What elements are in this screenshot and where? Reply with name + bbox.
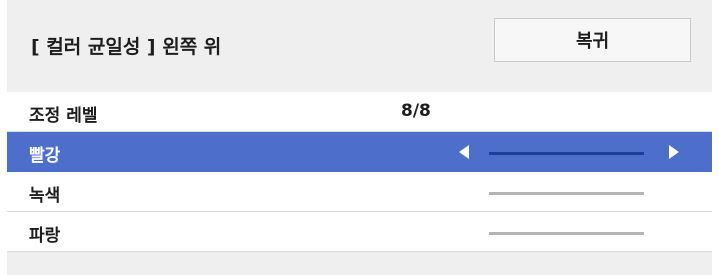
- blue-label: 파랑: [29, 226, 61, 246]
- list-item-green[interactable]: 녹색: [7, 172, 712, 212]
- red-slider[interactable]: [489, 152, 644, 155]
- adjust-level-label: 조정 레벨: [29, 106, 98, 126]
- arrow-right-icon[interactable]: [669, 145, 679, 159]
- list-item-red[interactable]: 빨강: [7, 132, 712, 172]
- list-item-adjust-level[interactable]: 조정 레벨 8/8: [7, 92, 712, 132]
- green-slider[interactable]: [489, 192, 644, 195]
- green-slider-fill: [489, 192, 644, 195]
- color-uniformity-panel: [ 컬러 균일성 ] 왼쪽 위 복귀 조정 레벨 8/8 빨강 녹색 파랑: [7, 0, 712, 275]
- arrow-left-icon[interactable]: [459, 145, 469, 159]
- blue-slider-fill: [489, 232, 644, 235]
- red-slider-fill: [489, 152, 644, 155]
- page-title: [ 컬러 균일성 ] 왼쪽 위: [31, 36, 222, 58]
- blue-slider[interactable]: [489, 232, 644, 235]
- panel-header: [ 컬러 균일성 ] 왼쪽 위 복귀: [7, 0, 712, 92]
- reset-button[interactable]: 복귀: [494, 18, 691, 62]
- green-label: 녹색: [29, 186, 61, 206]
- list-item-blue[interactable]: 파랑: [7, 212, 712, 252]
- adjust-level-value: 8/8: [401, 101, 431, 121]
- red-label: 빨강: [29, 146, 61, 166]
- settings-list: 조정 레벨 8/8 빨강 녹색 파랑: [7, 92, 712, 252]
